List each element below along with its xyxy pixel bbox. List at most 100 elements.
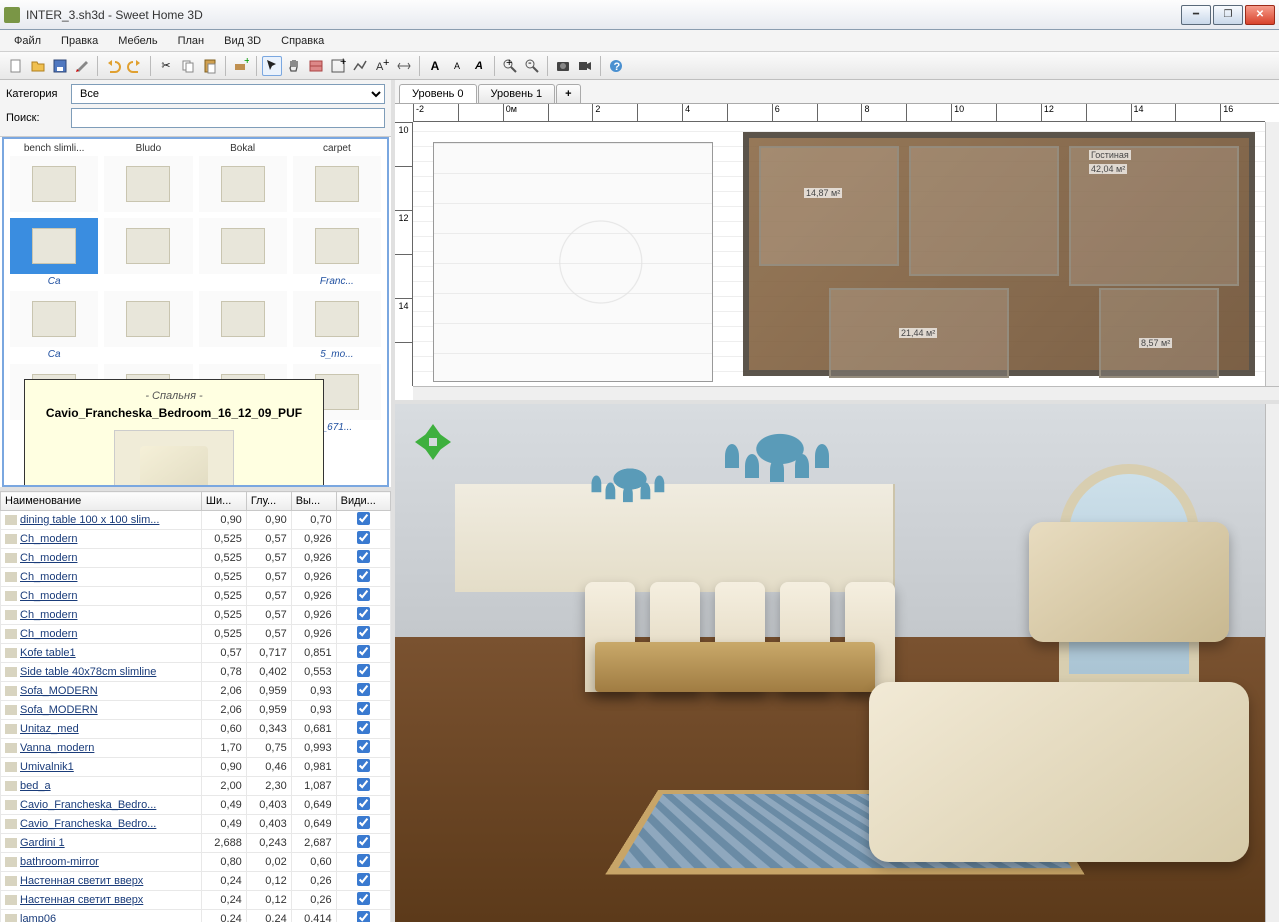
plan-panel[interactable]: -20м246810121416 101214 14,87 м² Гостина… (395, 104, 1279, 404)
paste-icon[interactable] (200, 56, 220, 76)
catalog-item[interactable]: 5_mo... (291, 289, 383, 360)
catalog-item[interactable] (102, 216, 194, 287)
catalog-item[interactable]: Ca (8, 289, 100, 360)
visible-checkbox[interactable] (357, 550, 370, 563)
visible-checkbox[interactable] (357, 854, 370, 867)
table-row[interactable]: bathroom-mirror0,800,020,60 (1, 853, 391, 872)
menu-item[interactable]: Мебель (108, 32, 167, 50)
table-row[interactable]: Gardini 12,6880,2432,687 (1, 834, 391, 853)
create-polyline-icon[interactable] (350, 56, 370, 76)
new-icon[interactable] (6, 56, 26, 76)
select-icon[interactable] (262, 56, 282, 76)
plan-scroll-h[interactable] (413, 386, 1279, 400)
catalog-item[interactable]: Ca (8, 216, 100, 287)
visible-checkbox[interactable] (357, 892, 370, 905)
create-dimension-icon[interactable]: A+ (372, 56, 392, 76)
visible-checkbox[interactable] (357, 569, 370, 582)
increase-text-icon[interactable]: A (425, 56, 445, 76)
visible-checkbox[interactable] (357, 816, 370, 829)
catalog-item[interactable]: carpet (291, 143, 383, 214)
catalog-item[interactable]: Bokal (197, 143, 289, 214)
menu-item[interactable]: План (168, 32, 215, 50)
table-row[interactable]: Cavio_Francheska_Bedro...0,490,4030,649 (1, 796, 391, 815)
visible-checkbox[interactable] (357, 911, 370, 922)
visible-checkbox[interactable] (357, 873, 370, 886)
video-icon[interactable] (575, 56, 595, 76)
column-header[interactable]: Ши... (201, 492, 246, 511)
visible-checkbox[interactable] (357, 740, 370, 753)
menu-item[interactable]: Справка (271, 32, 334, 50)
open-icon[interactable] (28, 56, 48, 76)
zoom-out-icon[interactable]: - (522, 56, 542, 76)
cut-icon[interactable]: ✂ (156, 56, 176, 76)
preferences-icon[interactable] (72, 56, 92, 76)
visible-checkbox[interactable] (357, 626, 370, 639)
add-furniture-icon[interactable]: + (231, 56, 251, 76)
table-row[interactable]: Side table 40x78cm slimline0,780,4020,55… (1, 663, 391, 682)
column-header[interactable]: Вы... (291, 492, 336, 511)
visible-checkbox[interactable] (357, 702, 370, 715)
nav-compass[interactable] (405, 414, 461, 470)
visible-checkbox[interactable] (357, 512, 370, 525)
help-icon[interactable]: ? (606, 56, 626, 76)
catalog-item[interactable]: bench slimli... (8, 143, 100, 214)
view3d-scroll-v[interactable] (1265, 404, 1279, 922)
visible-checkbox[interactable] (357, 721, 370, 734)
level-tab[interactable]: Уровень 1 (478, 84, 556, 103)
visible-checkbox[interactable] (357, 797, 370, 810)
view-3d[interactable] (395, 404, 1279, 922)
save-icon[interactable] (50, 56, 70, 76)
table-row[interactable]: Unitaz_med0,600,3430,681 (1, 720, 391, 739)
pan-icon[interactable] (284, 56, 304, 76)
visible-checkbox[interactable] (357, 759, 370, 772)
undo-icon[interactable] (103, 56, 123, 76)
menu-item[interactable]: Вид 3D (214, 32, 271, 50)
catalog-item[interactable]: Franc... (291, 216, 383, 287)
decrease-text-icon[interactable]: A (447, 56, 467, 76)
table-row[interactable]: lamp060,240,240,414 (1, 910, 391, 922)
table-row[interactable]: Kofe table10,570,7170,851 (1, 644, 391, 663)
table-row[interactable]: Ch_modern0,5250,570,926 (1, 606, 391, 625)
add-level-tab[interactable]: + (556, 84, 580, 103)
plan-canvas[interactable]: 14,87 м² Гостиная 42,04 м² 21,44 м² 8,57… (413, 122, 1265, 386)
create-walls-icon[interactable] (306, 56, 326, 76)
menu-item[interactable]: Файл (4, 32, 51, 50)
search-input[interactable] (71, 108, 385, 128)
visible-checkbox[interactable] (357, 835, 370, 848)
column-header[interactable]: Наименование (1, 492, 202, 511)
plan-scroll-v[interactable] (1265, 122, 1279, 386)
table-row[interactable]: dining table 100 x 100 slim...0,900,900,… (1, 511, 391, 530)
table-row[interactable]: Sofa_MODERN2,060,9590,93 (1, 682, 391, 701)
visible-checkbox[interactable] (357, 664, 370, 677)
create-rooms-icon[interactable]: + (328, 56, 348, 76)
catalog-item[interactable] (102, 289, 194, 360)
table-row[interactable]: Sofa_MODERN2,060,9590,93 (1, 701, 391, 720)
nav-right-icon[interactable] (437, 432, 461, 452)
table-row[interactable]: Umivalnik10,900,460,981 (1, 758, 391, 777)
table-row[interactable]: Ch_modern0,5250,570,926 (1, 549, 391, 568)
table-row[interactable]: bed_a2,002,301,087 (1, 777, 391, 796)
catalog-item[interactable]: Bludo (102, 143, 194, 214)
table-row[interactable]: Ch_modern0,5250,570,926 (1, 568, 391, 587)
visible-checkbox[interactable] (357, 778, 370, 791)
bold-icon[interactable]: A (469, 56, 489, 76)
visible-checkbox[interactable] (357, 645, 370, 658)
category-select[interactable]: Все (71, 84, 385, 104)
photo-icon[interactable] (553, 56, 573, 76)
visible-checkbox[interactable] (357, 531, 370, 544)
catalog-item[interactable] (197, 289, 289, 360)
redo-icon[interactable] (125, 56, 145, 76)
zoom-in-icon[interactable]: + (500, 56, 520, 76)
maximize-button[interactable]: ❐ (1213, 5, 1243, 25)
table-row[interactable]: Vanna_modern1,700,750,993 (1, 739, 391, 758)
table-row[interactable]: Ch_modern0,5250,570,926 (1, 625, 391, 644)
catalog-item[interactable] (197, 216, 289, 287)
close-button[interactable]: ✕ (1245, 5, 1275, 25)
visible-checkbox[interactable] (357, 588, 370, 601)
nav-left-icon[interactable] (405, 432, 429, 452)
table-row[interactable]: Настенная светит вверх0,240,120,26 (1, 891, 391, 910)
column-header[interactable]: Види... (336, 492, 390, 511)
table-row[interactable]: Ch_modern0,5250,570,926 (1, 587, 391, 606)
create-label-icon[interactable] (394, 56, 414, 76)
visible-checkbox[interactable] (357, 607, 370, 620)
